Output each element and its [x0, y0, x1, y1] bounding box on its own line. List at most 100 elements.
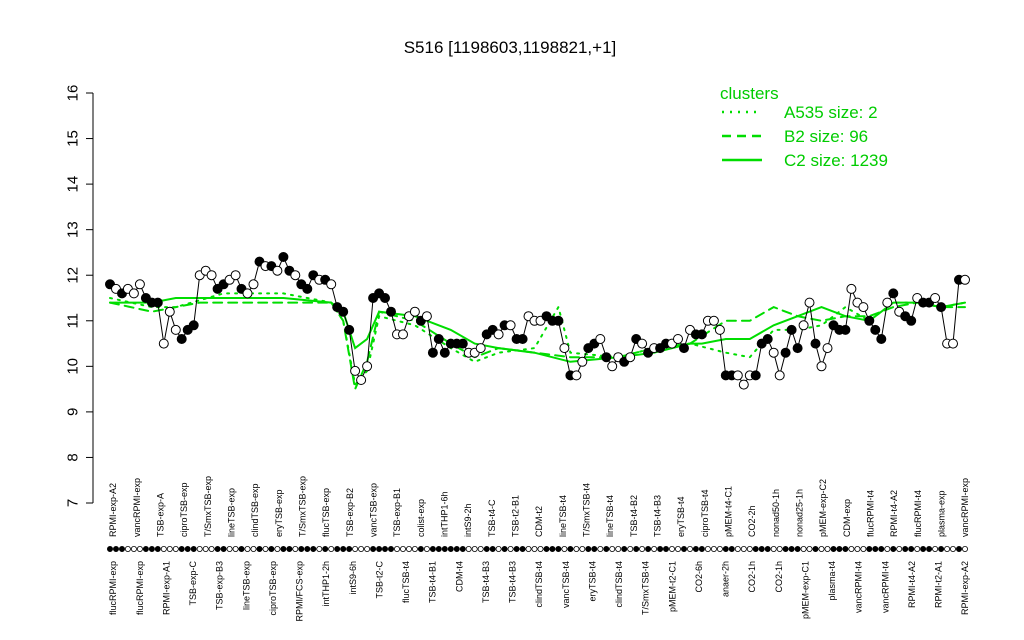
strip-marker [728, 546, 735, 553]
x-label: flucTSB-t4 [401, 561, 411, 603]
x-label: TSB-t4-B2 [629, 495, 639, 537]
sample-point [930, 293, 941, 303]
strip-marker [896, 546, 903, 553]
sample-strip [107, 546, 969, 553]
sample-point [134, 279, 145, 290]
sample-point [786, 324, 797, 335]
strip-marker [932, 546, 939, 553]
x-label: colist-exp [416, 499, 426, 537]
sample-point [577, 356, 588, 367]
sample-point [398, 329, 408, 340]
x-label: RPMI-exp-A2 [108, 483, 118, 537]
sample-point [936, 302, 947, 313]
sample-point [242, 288, 253, 299]
strip-marker [848, 546, 855, 553]
x-label: TSB-exp-B2 [345, 488, 355, 537]
strip-marker [304, 546, 311, 553]
chart-title: S516 [1198603,1198821,+1] [404, 38, 617, 57]
strip-marker [824, 546, 831, 553]
x-label: RPMI-t4-A2 [907, 561, 917, 608]
strip-marker [758, 546, 765, 553]
sample-point [344, 324, 355, 335]
strip-marker [435, 546, 442, 553]
strip-marker [244, 546, 251, 553]
sample-point [421, 311, 432, 322]
x-label: ciproTSB-exp [268, 561, 278, 616]
strip-marker [950, 546, 957, 553]
x-label: eryTSB-t4 [676, 496, 686, 537]
x-label: vancRPMI-exp [960, 478, 970, 537]
x-label: nonad25-1h [794, 489, 804, 537]
sample-point [804, 297, 815, 308]
x-label: TSB-exp-C [188, 561, 198, 606]
sample-point [248, 279, 259, 290]
legend-label: A535 size: 2 [784, 103, 878, 122]
x-label: CDM-t2 [534, 506, 544, 537]
strip-marker [453, 546, 460, 553]
expression-chart: S516 [1198603,1198821,+1] 7 8 9 10 11 12 13 14 1… [64, 38, 970, 622]
strip-marker [651, 546, 658, 553]
x-label: CO2-2h [747, 505, 757, 537]
strip-marker [411, 546, 418, 553]
x-label: eryTSB-t4 [587, 561, 597, 602]
strip-marker [190, 546, 197, 553]
strip-marker [334, 546, 341, 553]
strip-marker [794, 546, 801, 553]
strip-marker [358, 546, 365, 553]
strip-marker [567, 546, 574, 553]
sample-point [696, 329, 707, 340]
x-label: pMEM-exp-C2 [818, 479, 828, 537]
x-label: flucRPMI-exp [135, 561, 145, 615]
cluster-line-dashed [109, 301, 966, 393]
strip-marker [268, 546, 275, 553]
strip-marker [346, 546, 353, 553]
strip-marker [663, 546, 670, 553]
sample-point [780, 347, 791, 358]
strip-marker [687, 546, 694, 553]
x-label: intS9-2h [463, 503, 473, 537]
strip-marker [854, 546, 861, 553]
x-label: TSB-t4-B3 [481, 561, 491, 603]
x-label: T/SmxTSB-t4 [581, 483, 591, 537]
y-tick-label: 12 [64, 267, 81, 284]
x-label: plasma-exp [936, 490, 946, 537]
x-label: flucTSB-exp [321, 488, 331, 537]
x-label: vancRPMI-t4 [880, 561, 890, 613]
strip-marker [639, 546, 646, 553]
y-tick-label: 14 [64, 176, 81, 193]
sample-point [386, 306, 396, 317]
x-label: CO2-1h [774, 561, 784, 593]
x-label: TSB-t2-C [374, 561, 384, 599]
strip-marker [399, 546, 406, 553]
x-label: RPMI-exp-A1 [161, 561, 171, 615]
sample-point [230, 270, 241, 281]
strip-marker [274, 546, 281, 553]
x-label: RPMI-t4-A2 [889, 490, 899, 537]
strip-marker [669, 546, 676, 553]
strip-marker [884, 546, 891, 553]
sample-point [188, 320, 199, 331]
strip-marker [633, 546, 640, 553]
x-label: lineTSB-exp [241, 561, 251, 610]
strip-marker [956, 546, 963, 553]
strip-marker [681, 546, 688, 553]
strip-marker [519, 546, 526, 553]
sample-point [673, 334, 683, 344]
strip-marker [585, 546, 592, 553]
x-label: TSB-t4-B3 [508, 561, 518, 603]
strip-marker [483, 546, 490, 553]
sample-point [864, 315, 875, 326]
strip-marker [770, 546, 777, 553]
strip-marker [280, 546, 287, 553]
sample-points [105, 252, 970, 390]
x-label: pMEM-exp-C1 [800, 561, 810, 619]
sample-point [170, 324, 181, 335]
strip-marker [256, 546, 263, 553]
strip-marker [746, 546, 753, 553]
x-label: TSB-exp-B3 [215, 561, 225, 610]
x-label: pMEM-t2-C1 [667, 561, 677, 612]
y-tick-label: 10 [64, 358, 81, 375]
strip-marker [286, 546, 293, 553]
sample-point [708, 315, 719, 326]
strip-marker [866, 546, 873, 553]
